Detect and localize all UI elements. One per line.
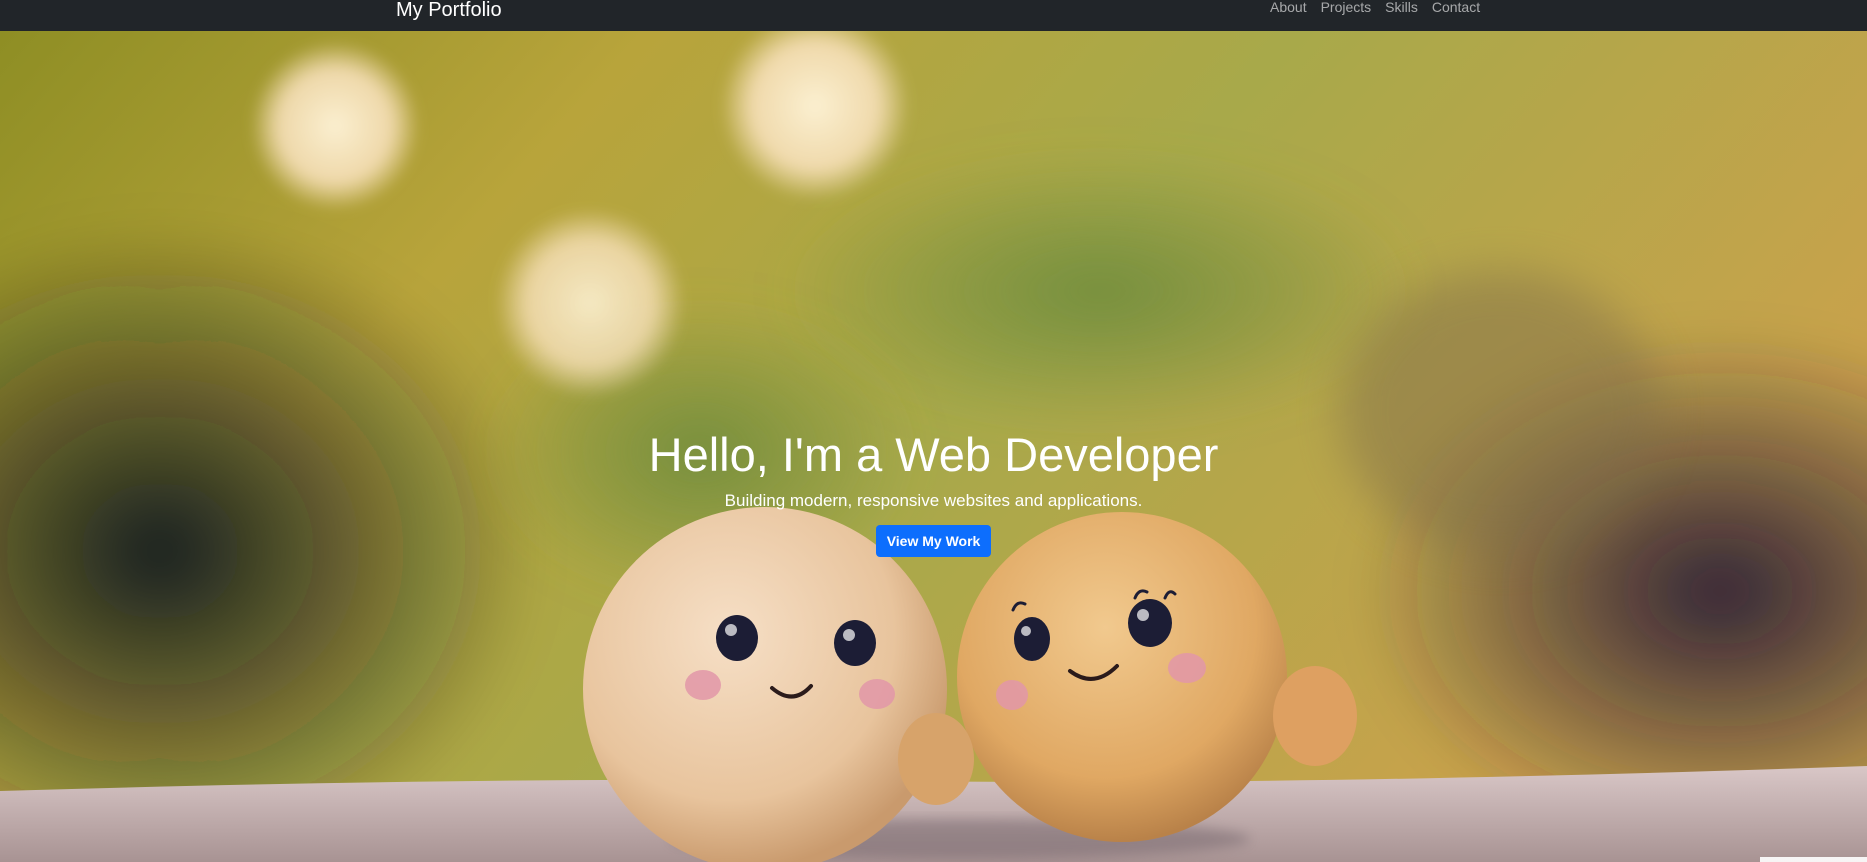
nav-link-about[interactable]: About [1270,0,1307,14]
nav-link-contact[interactable]: Contact [1432,0,1480,14]
hero-title: Hello, I'm a Web Developer [648,428,1219,481]
hero-subtitle: Building modern, responsive websites and… [724,491,1143,510]
nav-link-projects[interactable]: Projects [1321,0,1372,14]
nav-link-skills[interactable]: Skills [1385,0,1418,14]
hero-content: Hello, I'm a Web Developer Building mode… [0,427,1867,557]
hero-section: Hello, I'm a Web Developer Building mode… [0,31,1867,862]
top-navbar: My Portfolio About Projects Skills Conta… [0,0,1867,31]
nav-links: About Projects Skills Contact [1270,0,1480,14]
brand-link[interactable]: My Portfolio [396,0,502,21]
view-my-work-button[interactable]: View My Work [875,525,992,557]
